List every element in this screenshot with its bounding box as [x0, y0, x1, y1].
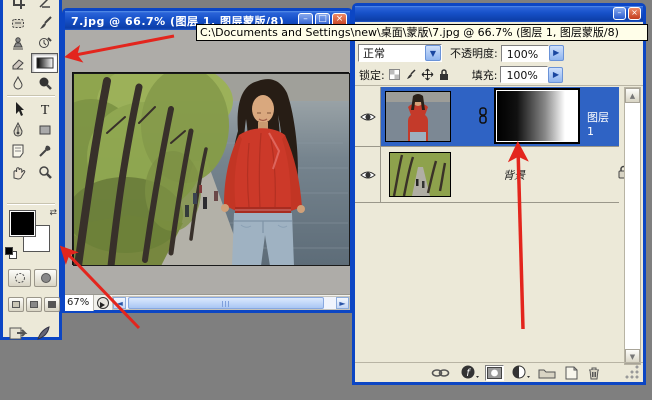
adjustment-layer-icon[interactable]	[512, 365, 530, 380]
lock-paint-icon[interactable]	[404, 68, 417, 81]
delete-layer-icon[interactable]	[587, 366, 601, 380]
visibility-cell[interactable]	[355, 87, 381, 146]
slice-tool[interactable]	[31, 0, 58, 12]
screen-mode-buttons	[8, 297, 60, 312]
opacity-field[interactable]: 100%	[501, 45, 549, 62]
fill-label: 填充:	[472, 67, 498, 83]
foreground-color-swatch[interactable]	[9, 210, 36, 237]
crop-tool[interactable]	[4, 0, 31, 12]
patch-tool[interactable]	[4, 13, 31, 33]
minimize-button[interactable]: –	[613, 7, 626, 20]
eye-icon[interactable]	[360, 111, 376, 123]
notes-tool[interactable]	[4, 141, 31, 161]
toolbox: T	[0, 0, 62, 340]
lock-all-icon[interactable]	[438, 68, 450, 81]
gradient-mask	[497, 91, 577, 141]
quick-mask-mode-button[interactable]	[34, 269, 57, 287]
link-icon[interactable]	[477, 107, 489, 125]
toolbox-separator	[7, 95, 55, 97]
fill-field[interactable]: 100%	[500, 66, 548, 83]
link-layers-icon[interactable]	[431, 367, 451, 379]
toolbox-separator	[7, 203, 55, 205]
eyedropper-tool[interactable]	[31, 141, 58, 161]
layers-panel-controls: – ×	[611, 7, 641, 20]
scroll-left-icon[interactable]: ◄	[113, 297, 126, 309]
layer1-thumbnail[interactable]	[385, 91, 451, 142]
standard-mode-button[interactable]	[8, 269, 31, 287]
chevron-down-icon[interactable]: ▼	[425, 45, 441, 61]
photoshop-workspace: 7.jpg @ 66.7% (图层 1, 图层蒙版/8) – □ ×	[0, 0, 652, 400]
imageready-arrow-icon	[9, 324, 31, 342]
opacity-slider-icon[interactable]: ▶	[549, 45, 564, 61]
document-window: 7.jpg @ 66.7% (图层 1, 图层蒙版/8) – □ ×	[62, 8, 353, 313]
svg-text:T: T	[40, 103, 49, 117]
add-layer-mask-button[interactable]	[485, 365, 504, 381]
fullscreen-menubar-button[interactable]	[26, 297, 42, 312]
layer-row-layer1[interactable]: 图层 1	[355, 87, 619, 147]
swap-colors-icon[interactable]: ⇄	[49, 208, 57, 218]
clone-stamp-tool[interactable]	[4, 33, 31, 53]
dodge-tool[interactable]	[31, 73, 58, 93]
resize-grip[interactable]	[625, 365, 640, 379]
blend-mode-value: 正常	[359, 45, 425, 61]
pen-tool[interactable]	[4, 120, 31, 140]
tooltip: C:\Documents and Settings\new\桌面\蒙版\7.jp…	[196, 24, 648, 41]
blur-tool[interactable]	[4, 73, 31, 93]
photo-content	[73, 73, 350, 266]
horizontal-scrollbar[interactable]: ◄ ►	[112, 296, 350, 310]
canvas-area[interactable]	[65, 30, 350, 294]
fill-slider-icon[interactable]: ▶	[548, 67, 563, 83]
new-layer-icon[interactable]	[564, 366, 579, 380]
layer-name[interactable]: 图层 1	[587, 109, 619, 138]
eye-icon[interactable]	[360, 169, 376, 181]
layers-list: 图层 1	[355, 87, 643, 365]
scroll-right-icon[interactable]: ►	[336, 297, 349, 309]
document-statusbar: 67% ◄ ►	[65, 294, 350, 310]
blend-options-row: 正常 ▼ 不透明度: 100% ▶	[355, 42, 643, 64]
history-brush-tool[interactable]	[31, 33, 58, 53]
new-group-icon[interactable]	[538, 366, 556, 379]
layers-panel-titlebar[interactable]	[355, 6, 643, 22]
layer-style-icon[interactable]: f	[461, 365, 479, 380]
hand-tool[interactable]	[4, 162, 31, 182]
lock-transparency-icon[interactable]	[389, 69, 400, 80]
fullscreen-button[interactable]	[44, 297, 60, 312]
layers-panel: – × 正常 ▼ 不透明度: 100% ▶ 锁定: 填充: 100% ▶	[352, 3, 646, 385]
mask-mode-buttons	[8, 269, 57, 287]
standard-screen-button[interactable]	[8, 297, 24, 312]
close-button[interactable]: ×	[628, 7, 641, 20]
type-tool[interactable]: T	[31, 99, 58, 119]
layer-row-background[interactable]: 背景	[355, 147, 619, 203]
lock-options-row: 锁定: 填充: 100% ▶	[355, 64, 643, 86]
opacity-label: 不透明度:	[450, 45, 498, 61]
scroll-up-icon[interactable]: ▲	[625, 88, 640, 103]
gradient-tool[interactable]	[31, 53, 58, 73]
blend-mode-select[interactable]: 正常 ▼	[358, 44, 442, 62]
scrollbar-thumb[interactable]	[128, 297, 324, 309]
lock-label: 锁定:	[359, 67, 385, 83]
layers-panel-bottombar: f	[355, 362, 643, 382]
rectangle-shape-tool[interactable]	[31, 120, 58, 140]
brush-tool[interactable]	[31, 13, 58, 33]
layer-mask-thumbnail[interactable]	[494, 88, 580, 144]
imageready-feather-icon	[35, 325, 51, 341]
zoom-level-field[interactable]: 67%	[65, 295, 94, 311]
default-colors-icon[interactable]	[5, 247, 18, 260]
zoom-tool[interactable]	[31, 162, 58, 182]
photo-document[interactable]	[72, 72, 349, 265]
background-thumbnail[interactable]	[389, 152, 451, 197]
eraser-tool[interactable]	[4, 53, 31, 73]
layers-scrollbar[interactable]: ▲ ▼	[624, 87, 641, 365]
visibility-cell[interactable]	[355, 147, 381, 202]
status-menu-icon[interactable]	[97, 297, 109, 309]
path-selection-tool[interactable]	[4, 99, 31, 119]
jump-to-imageready-button[interactable]	[9, 324, 51, 342]
lock-move-icon[interactable]	[421, 68, 434, 81]
color-swatches: ⇄	[7, 210, 57, 262]
layer-name[interactable]: 背景	[503, 167, 525, 183]
